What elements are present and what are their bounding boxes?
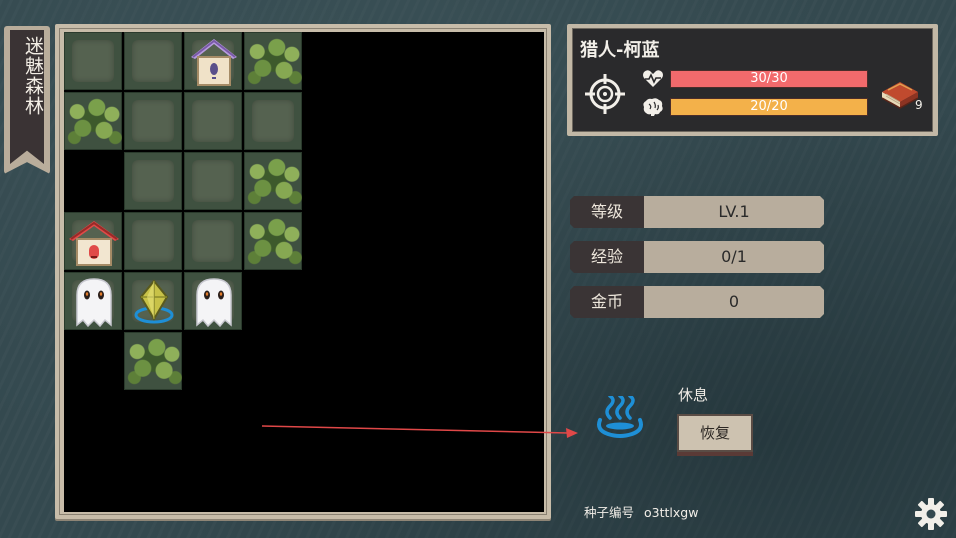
game-board[interactable] [64, 32, 544, 512]
bush-tile[interactable] [244, 212, 302, 270]
book-icon[interactable] [880, 76, 920, 110]
bush-icon [246, 36, 302, 88]
stat-value-gold: 0 [644, 286, 824, 318]
ground-tile[interactable] [244, 92, 302, 150]
ghost-icon[interactable] [185, 273, 243, 331]
bush-icon [246, 156, 302, 208]
red-house-icon[interactable] [65, 213, 123, 271]
ground-tile[interactable] [184, 92, 242, 150]
ground-tile[interactable] [184, 32, 242, 90]
stat-label-level: 等级 [570, 196, 644, 228]
ground-tile[interactable] [124, 152, 182, 210]
area-name: 迷魅森林 [22, 36, 44, 116]
seed-value: o3ttlxgw [644, 505, 699, 520]
birdhouse-icon[interactable] [185, 33, 243, 91]
ground-tile[interactable] [184, 152, 242, 210]
stat-label-exp: 经验 [570, 241, 644, 273]
rest-title: 休息 [678, 386, 709, 404]
ground-tile[interactable] [64, 32, 122, 90]
bush-icon [66, 96, 122, 148]
crosshair-icon [585, 74, 625, 114]
hp-bar: 30/30 [670, 70, 868, 88]
ground-tile[interactable] [64, 212, 122, 270]
bush-icon [126, 336, 182, 388]
ground-tile[interactable] [124, 92, 182, 150]
bush-tile[interactable] [64, 92, 122, 150]
stat-value-level: LV.1 [644, 196, 824, 228]
ground-tile[interactable] [124, 32, 182, 90]
ground-tile[interactable] [124, 212, 182, 270]
crystal-icon[interactable] [125, 273, 183, 331]
bush-icon [246, 216, 302, 268]
ghost-icon[interactable] [65, 273, 123, 331]
bush-tile[interactable] [244, 152, 302, 210]
recover-button[interactable]: 恢复 [677, 414, 753, 452]
seed-info: 种子编号 o3ttlxgw [584, 502, 698, 521]
book-count: 9 [915, 98, 923, 112]
ground-tile[interactable] [64, 272, 122, 330]
heartbeat-icon [643, 70, 663, 87]
seed-label: 种子编号 [584, 505, 635, 520]
player-name: 猎人-柯蓝 [580, 40, 660, 61]
bush-tile[interactable] [244, 32, 302, 90]
stat-label-gold: 金币 [570, 286, 644, 318]
hot-spring-icon [597, 396, 643, 438]
ground-tile[interactable] [124, 272, 182, 330]
ground-tile[interactable] [184, 272, 242, 330]
bush-tile[interactable] [124, 332, 182, 390]
gear-icon[interactable] [913, 496, 949, 532]
brain-icon [643, 98, 663, 116]
mp-bar: 20/20 [670, 98, 868, 116]
stat-value-exp: 0/1 [644, 241, 824, 273]
ground-tile[interactable] [184, 212, 242, 270]
